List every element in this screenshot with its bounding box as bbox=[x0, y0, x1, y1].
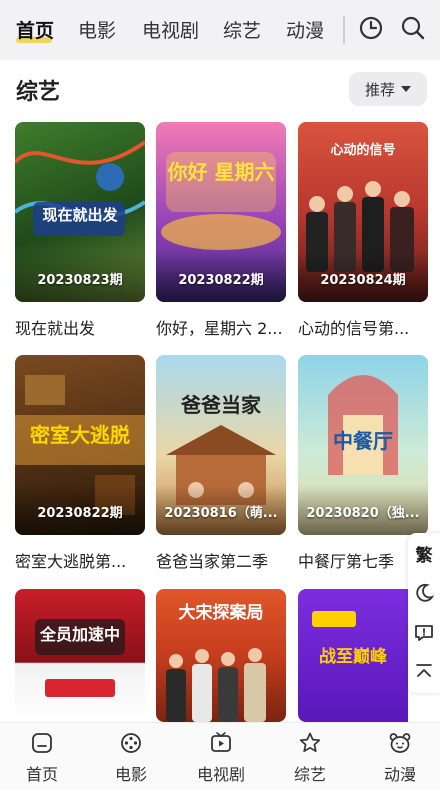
message-icon bbox=[415, 625, 433, 641]
section-title: 综艺 bbox=[16, 80, 61, 105]
bottom-nav: 首页 电影 电视剧 综艺 动漫 bbox=[0, 722, 440, 790]
feedback-button[interactable] bbox=[408, 615, 440, 651]
card-title: 密室大逃脱第... bbox=[15, 552, 127, 571]
tv-play-icon bbox=[211, 732, 231, 752]
poster-title: 爸爸当家 bbox=[181, 393, 261, 417]
bottom-nav-label: 电视剧 bbox=[196, 765, 245, 784]
sort-dropdown-button[interactable]: 推荐 bbox=[349, 72, 427, 106]
tab-variety[interactable]: 综艺 bbox=[223, 16, 261, 43]
film-reel-icon bbox=[121, 733, 141, 753]
search-icon[interactable] bbox=[400, 15, 426, 41]
card-title: 你好，星期六 2... bbox=[156, 319, 283, 338]
bear-icon bbox=[389, 733, 411, 753]
poster-title: 你好 星期六 bbox=[167, 160, 275, 184]
poster-title: 战至巅峰 bbox=[319, 647, 387, 667]
caret-down-icon bbox=[401, 86, 411, 92]
poster-title: 大宋探案局 bbox=[178, 603, 264, 623]
poster-title: 心动的信号 bbox=[330, 143, 396, 158]
poster-image: 战至巅峰 bbox=[298, 589, 408, 722]
bottom-nav-variety[interactable]: 综艺 bbox=[280, 731, 340, 785]
card-title: 爸爸当家第二季 bbox=[156, 552, 269, 571]
episode-label: 20230820（独... bbox=[306, 506, 420, 521]
poster-title: 中餐厅 bbox=[333, 429, 393, 453]
dark-mode-toggle[interactable] bbox=[408, 575, 440, 611]
moon-icon bbox=[416, 583, 434, 602]
episode-label: 20230822期 bbox=[178, 273, 264, 288]
tab-movies[interactable]: 电影 bbox=[78, 16, 116, 43]
variety-card[interactable]: 全员加速中 bbox=[15, 589, 145, 722]
traditional-chinese-toggle[interactable]: 繁 bbox=[408, 535, 440, 571]
tab-anime[interactable]: 动漫 bbox=[286, 16, 324, 43]
variety-card[interactable]: 心动的信号 20230824期 心动的信号第... bbox=[298, 122, 428, 339]
poster-image: 现在就出发 20230823期 bbox=[15, 122, 145, 302]
card-title: 心动的信号第... bbox=[298, 319, 410, 338]
nav-divider bbox=[343, 16, 345, 44]
star-icon bbox=[299, 732, 321, 753]
poster-title: 密室大逃脱 bbox=[30, 423, 130, 447]
episode-label: 20230816（萌... bbox=[164, 506, 278, 521]
top-nav: 首页 电影 电视剧 综艺 动漫 bbox=[0, 0, 440, 60]
bottom-nav-label: 首页 bbox=[25, 765, 58, 784]
floating-tool-panel: 繁 bbox=[408, 533, 440, 693]
history-clock-icon[interactable] bbox=[358, 15, 384, 41]
variety-card[interactable]: 爸爸当家 20230816（萌... 爸爸当家第二季 bbox=[156, 355, 286, 572]
poster-image: 全员加速中 bbox=[15, 589, 145, 722]
bottom-nav-label: 动漫 bbox=[383, 765, 416, 784]
bottom-nav-anime[interactable]: 动漫 bbox=[370, 731, 430, 785]
bottom-nav-tv-series[interactable]: 电视剧 bbox=[191, 731, 251, 785]
bottom-nav-label: 综艺 bbox=[293, 765, 326, 784]
bottom-nav-movies[interactable]: 电影 bbox=[101, 731, 161, 785]
bottom-nav-home[interactable]: 首页 bbox=[12, 731, 72, 785]
tab-home[interactable]: 首页 bbox=[16, 16, 54, 43]
poster-title: 现在就出发 bbox=[42, 206, 118, 224]
poster-image: 心动的信号 20230824期 bbox=[298, 122, 428, 302]
poster-image: 爸爸当家 20230816（萌... bbox=[156, 355, 286, 535]
tab-tv-series[interactable]: 电视剧 bbox=[142, 16, 199, 43]
poster-image: 你好 星期六 20230822期 bbox=[156, 122, 286, 302]
sort-label: 推荐 bbox=[364, 80, 395, 99]
bottom-nav-label: 电影 bbox=[114, 765, 147, 784]
variety-card[interactable]: 大宋探案局 bbox=[156, 589, 286, 722]
poster-image: 密室大逃脱 20230822期 bbox=[15, 355, 145, 535]
card-title: 现在就出发 bbox=[15, 319, 96, 338]
poster-title: 全员加速中 bbox=[39, 625, 120, 644]
variety-card[interactable]: 你好 星期六 20230822期 你好，星期六 2... bbox=[156, 122, 286, 339]
back-to-top-icon bbox=[416, 664, 432, 677]
home-tv-icon bbox=[32, 733, 52, 753]
back-to-top-button[interactable] bbox=[408, 653, 440, 689]
episode-label: 20230822期 bbox=[37, 506, 123, 521]
episode-label: 20230824期 bbox=[320, 273, 406, 288]
poster-image: 大宋探案局 bbox=[156, 589, 286, 722]
variety-card[interactable]: 密室大逃脱 20230822期 密室大逃脱第... bbox=[15, 355, 145, 572]
variety-card[interactable]: 现在就出发 20230823期 现在就出发 bbox=[15, 122, 145, 339]
episode-label: 20230823期 bbox=[37, 273, 123, 288]
poster-image: 中餐厅 20230820（独... bbox=[298, 355, 428, 535]
